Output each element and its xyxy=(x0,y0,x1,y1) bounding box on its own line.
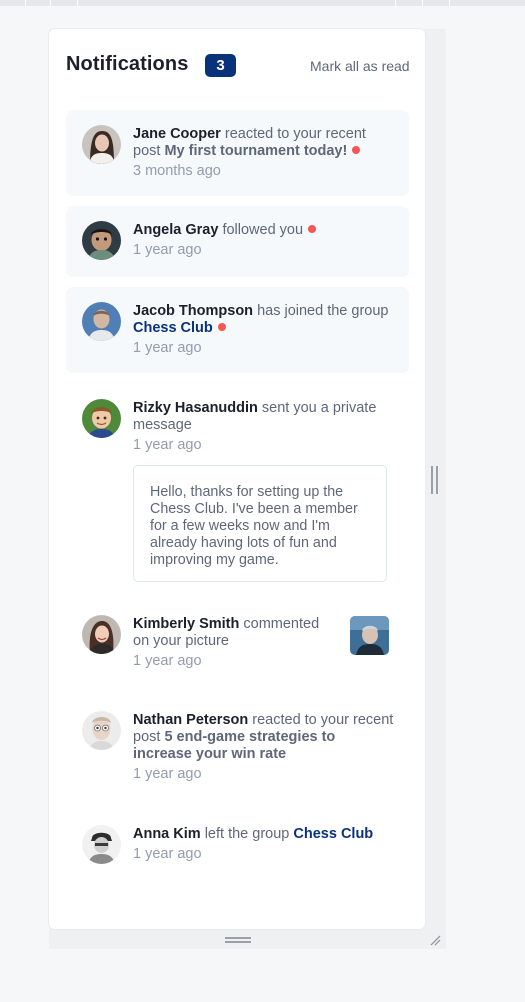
notification-text: Jacob Thompson has joined the group Ches… xyxy=(133,303,395,357)
unread-dot xyxy=(217,323,226,332)
notification-action: followed you xyxy=(222,222,304,238)
notification-action: left the group xyxy=(204,826,290,842)
user-name[interactable]: Jane Cooper xyxy=(133,126,221,142)
user-name[interactable]: Anna Kim xyxy=(133,826,201,842)
timestamp: 1 year ago xyxy=(133,242,202,258)
unread-count-badge: 3 xyxy=(205,54,236,77)
browser-top-strip xyxy=(0,0,525,6)
notification-item[interactable]: Jacob Thompson has joined the group Ches… xyxy=(66,287,409,373)
notification-item[interactable]: Nathan Peterson reacted to your recent p… xyxy=(66,696,409,806)
timestamp: 3 months ago xyxy=(133,163,221,179)
notification-text: Kimberly Smith commented on your picture… xyxy=(133,616,333,670)
post-link[interactable]: 5 end-game strategies to increase your w… xyxy=(133,729,335,762)
user-name[interactable]: Kimberly Smith xyxy=(133,616,239,632)
user-name[interactable]: Angela Gray xyxy=(133,222,218,238)
unread-dot xyxy=(352,146,361,155)
horizontal-resize-handle[interactable] xyxy=(225,937,251,943)
notification-text: Angela Gray followed you 1 year ago xyxy=(133,222,395,259)
group-link[interactable]: Chess Club xyxy=(293,826,373,842)
user-name[interactable]: Rizky Hasanuddin xyxy=(133,400,258,416)
avatar-kimberly-smith-icon[interactable] xyxy=(82,615,121,654)
notification-item[interactable]: Anna Kim left the group Chess Club 1 yea… xyxy=(66,810,409,880)
avatar-jacob-thompson-icon[interactable] xyxy=(82,302,121,341)
private-message-preview[interactable]: Hello, thanks for setting up the Chess C… xyxy=(133,465,387,582)
user-name[interactable]: Jacob Thompson xyxy=(133,303,253,319)
avatar-anna-kim-icon[interactable] xyxy=(82,825,121,864)
vertical-resize-handle[interactable] xyxy=(431,466,439,494)
corner-resize-grip-icon[interactable] xyxy=(429,933,441,946)
notification-text: Nathan Peterson reacted to your recent p… xyxy=(133,712,395,783)
user-name[interactable]: Nathan Peterson xyxy=(133,712,248,728)
avatar-rizky-hasanuddin-icon[interactable] xyxy=(82,399,121,438)
unread-dot xyxy=(308,225,317,234)
timestamp: 1 year ago xyxy=(133,846,202,862)
avatar-nathan-peterson-icon[interactable] xyxy=(82,711,121,750)
group-link[interactable]: Chess Club xyxy=(133,320,213,336)
notification-item[interactable]: Jane Cooper reacted to your recent post … xyxy=(66,110,409,196)
timestamp: 1 year ago xyxy=(133,766,202,782)
timestamp: 1 year ago xyxy=(133,653,202,669)
notification-text: Rizky Hasanuddin sent you a private mess… xyxy=(133,400,395,454)
notification-text: Anna Kim left the group Chess Club 1 yea… xyxy=(133,826,395,863)
page-title: Notifications xyxy=(66,53,189,75)
post-link[interactable]: My first tournament today! xyxy=(164,143,347,159)
notification-text: Jane Cooper reacted to your recent post … xyxy=(133,126,395,180)
notification-item[interactable]: Angela Gray followed you 1 year ago xyxy=(66,206,409,277)
avatar-angela-gray-icon[interactable] xyxy=(82,221,121,260)
timestamp: 1 year ago xyxy=(133,340,202,356)
notification-action: has joined the group xyxy=(257,303,389,319)
timestamp: 1 year ago xyxy=(133,437,202,453)
commented-picture-thumbnail[interactable] xyxy=(350,616,389,655)
avatar-jane-cooper-icon[interactable] xyxy=(82,125,121,164)
mark-all-as-read-button[interactable]: Mark all as read xyxy=(310,58,410,74)
